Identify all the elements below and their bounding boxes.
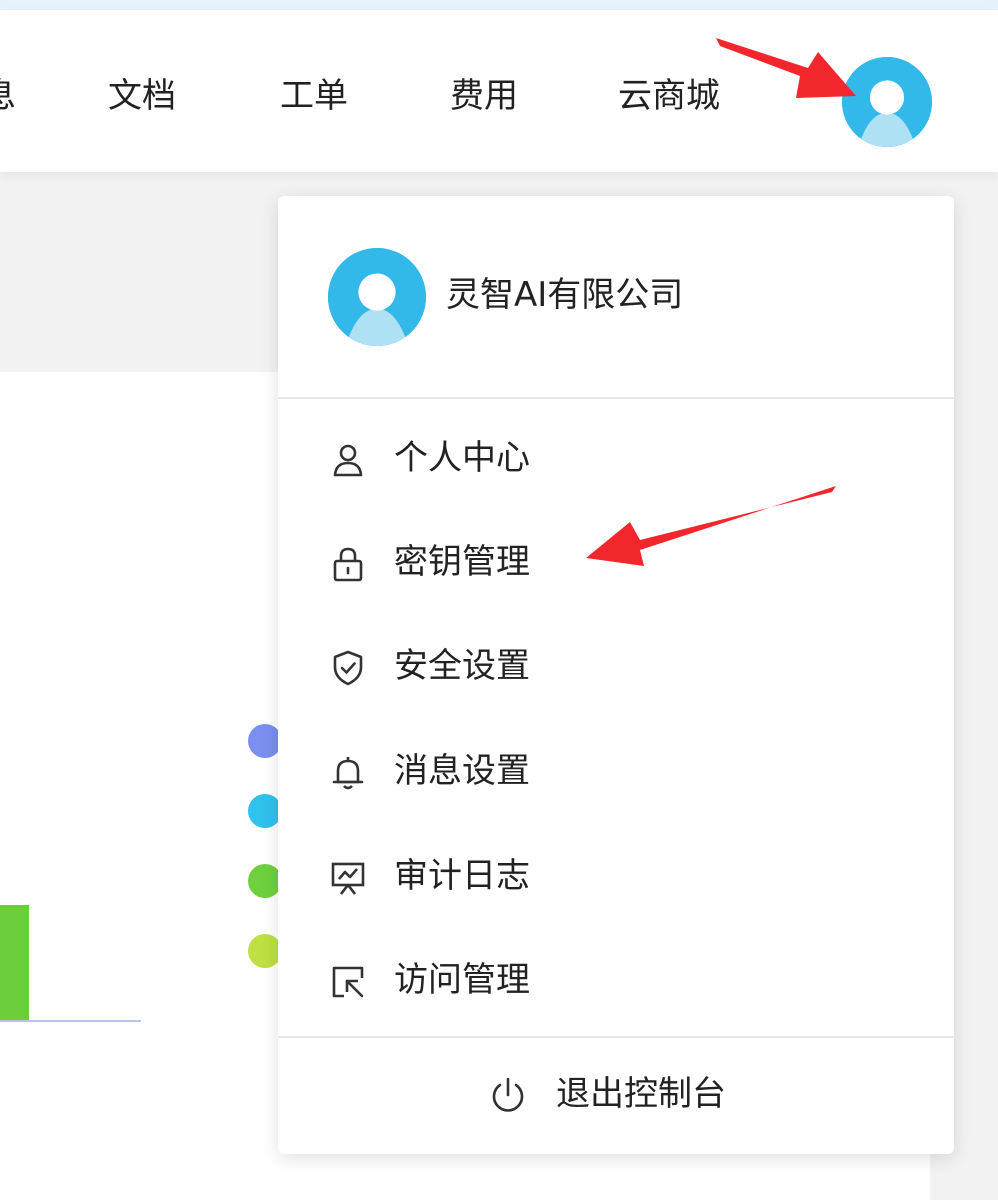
shield-check-icon <box>328 648 368 688</box>
user-avatar-button[interactable] <box>842 57 932 147</box>
chart-axis-line <box>0 1020 141 1022</box>
divider <box>278 1036 954 1038</box>
bell-icon <box>328 753 368 793</box>
user-avatar-icon <box>842 57 932 147</box>
power-icon <box>488 1076 528 1116</box>
top-strip <box>0 0 998 10</box>
divider <box>278 397 954 399</box>
nav-item-tickets[interactable]: 工单 <box>280 76 348 116</box>
chart-bar <box>0 905 29 1021</box>
legend-dot-3 <box>248 864 282 898</box>
access-arrow-icon <box>328 962 368 1002</box>
user-icon <box>328 440 368 480</box>
menu-item-label: 审计日志 <box>394 856 530 896</box>
nav-item-message[interactable]: 息 <box>0 76 16 116</box>
top-navbar: 息 文档 工单 费用 云商城 <box>0 10 998 172</box>
menu-item-key-management[interactable]: 密钥管理 <box>328 532 908 592</box>
menu-item-security-settings[interactable]: 安全设置 <box>328 636 908 696</box>
nav-item-billing[interactable]: 费用 <box>450 76 518 116</box>
menu-item-label: 访问管理 <box>394 960 530 1000</box>
menu-item-label: 个人中心 <box>394 438 530 478</box>
lock-icon <box>328 544 368 584</box>
menu-item-label: 消息设置 <box>394 751 530 791</box>
menu-item-label: 密钥管理 <box>394 542 530 582</box>
monitor-chart-icon <box>328 858 368 898</box>
menu-item-label: 安全设置 <box>394 646 530 686</box>
menu-item-audit-log[interactable]: 审计日志 <box>328 846 908 906</box>
logout-label: 退出控制台 <box>556 1074 726 1114</box>
org-avatar <box>328 248 426 346</box>
user-dropdown-menu: 灵智AI有限公司 个人中心 密钥管理 安全设置 消息设置 审计日志 访问管理 退… <box>278 196 954 1154</box>
nav-item-cloud-mall[interactable]: 云商城 <box>618 76 720 116</box>
legend-dot-1 <box>248 724 282 758</box>
menu-item-personal-center[interactable]: 个人中心 <box>328 428 908 488</box>
org-name: 灵智AI有限公司 <box>446 275 684 315</box>
legend-dot-4 <box>248 934 282 968</box>
menu-item-message-settings[interactable]: 消息设置 <box>328 741 908 801</box>
logout-button[interactable]: 退出控制台 <box>488 1068 788 1124</box>
user-avatar-icon <box>328 248 426 346</box>
legend-dot-2 <box>248 794 282 828</box>
nav-item-docs[interactable]: 文档 <box>108 76 176 116</box>
menu-item-access-management[interactable]: 访问管理 <box>328 950 908 1010</box>
